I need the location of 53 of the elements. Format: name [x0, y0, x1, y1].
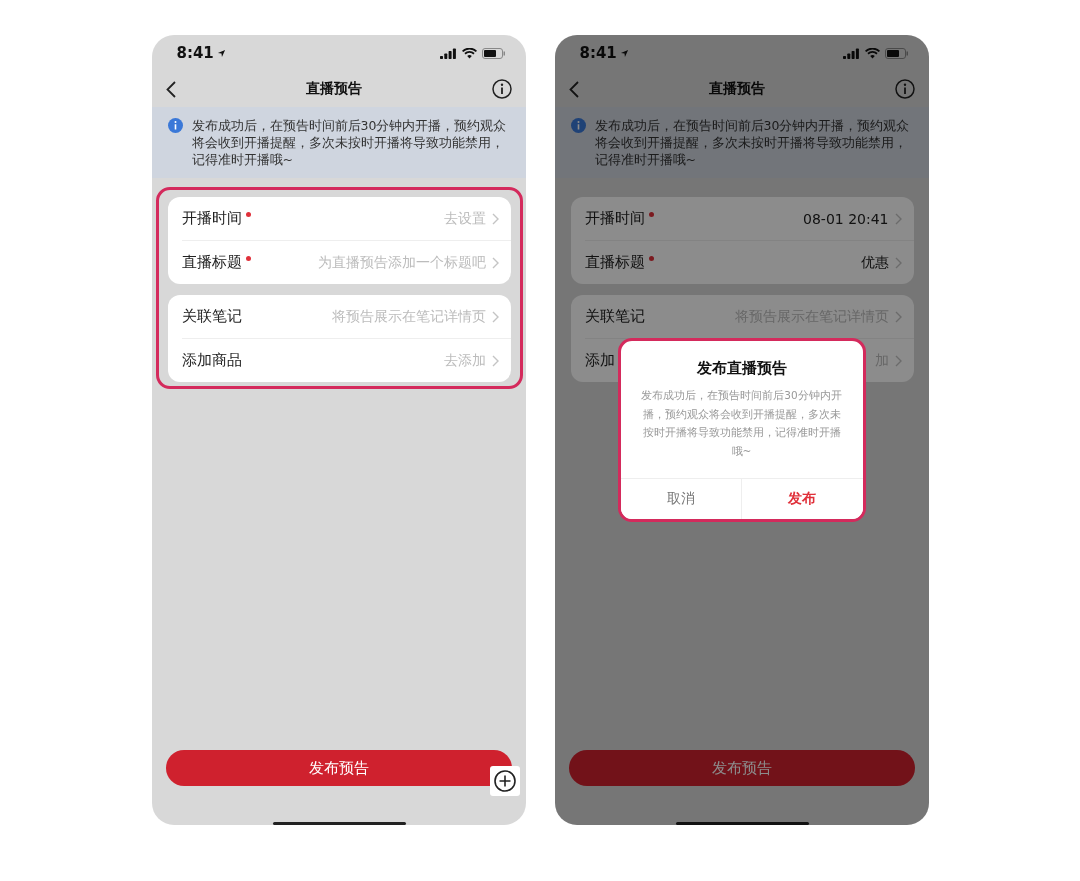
- row-label: 关联笔记: [181, 307, 242, 326]
- row-placeholder: 去设置: [443, 209, 486, 228]
- dialog-message: 发布成功后，在预告时间前后30分钟内开播，预约观众将会收到开播提醒，多次未按时开播将导致功能禁用，记得准时开播哦~: [640, 388, 843, 459]
- battery-icon: [481, 47, 506, 59]
- chevron-icon: [894, 354, 902, 367]
- row-label: 添加商品: [181, 351, 242, 370]
- publish-button[interactable]: 发布预告: [568, 750, 915, 786]
- row-label: 开播时间: [181, 209, 242, 228]
- row-placeholder: 为直播预告添加一个标题吧: [317, 253, 486, 272]
- dialog-title: 发布直播预告: [696, 359, 787, 378]
- location-icon: [216, 48, 226, 58]
- row-placeholder: 去添加: [443, 351, 486, 370]
- chevron-icon: [894, 212, 902, 225]
- chevron-icon: [894, 256, 902, 269]
- row-label: 直播标题: [181, 253, 242, 272]
- form-row[interactable]: 关联笔记 将预告展示在笔记详情页: [181, 295, 511, 338]
- row-value: 优惠: [860, 253, 889, 272]
- chevron-icon: [491, 212, 499, 225]
- signal-icon: [439, 47, 457, 59]
- publish-button[interactable]: 发布预告: [165, 750, 512, 786]
- form-row[interactable]: 开播时间 去设置: [181, 197, 511, 240]
- add-button[interactable]: [489, 766, 520, 796]
- chevron-icon: [491, 256, 499, 269]
- signal-icon: [842, 47, 860, 59]
- wifi-icon: [461, 47, 477, 59]
- chevron-icon: [491, 354, 499, 367]
- notice-text: 发布成功后，在预告时间前后30分钟内开播，预约观众将会收到开播提醒，多次未按时开播将导致功能禁用，记得准时开播哦~: [594, 117, 911, 168]
- row-value: 08-01 20:41: [803, 210, 889, 227]
- form-row[interactable]: 开播时间 08-01 20:41: [584, 197, 914, 240]
- page-title: 直播预告: [708, 80, 765, 98]
- form-row[interactable]: 直播标题 为直播预告添加一个标题吧: [181, 240, 511, 284]
- row-label: 直播标题: [584, 253, 645, 272]
- location-icon: [619, 48, 629, 58]
- page-title: 直播预告: [305, 80, 362, 98]
- notice-text: 发布成功后，在预告时间前后30分钟内开播，预约观众将会收到开播提醒，多次未按时开播将导致功能禁用，记得准时开播哦~: [191, 117, 508, 168]
- back-icon[interactable]: [165, 80, 176, 98]
- status-time: 8:41: [579, 44, 617, 62]
- form-row[interactable]: 直播标题 优惠: [584, 240, 914, 284]
- plus-icon: [493, 770, 516, 792]
- confirm-button[interactable]: 发布: [741, 479, 863, 519]
- row-placeholder: 将预告展示在笔记详情页: [331, 307, 486, 326]
- row-label: 开播时间: [584, 209, 645, 228]
- battery-icon: [884, 47, 909, 59]
- row-label: 添加: [584, 351, 615, 370]
- info-icon: [570, 118, 586, 133]
- form-row[interactable]: 添加商品 去添加: [181, 338, 511, 382]
- info-icon[interactable]: [491, 79, 512, 99]
- chevron-icon: [894, 310, 902, 323]
- row-label: 关联笔记: [584, 307, 645, 326]
- chevron-icon: [491, 310, 499, 323]
- wifi-icon: [864, 47, 880, 59]
- status-time: 8:41: [176, 44, 214, 62]
- info-icon: [167, 118, 183, 133]
